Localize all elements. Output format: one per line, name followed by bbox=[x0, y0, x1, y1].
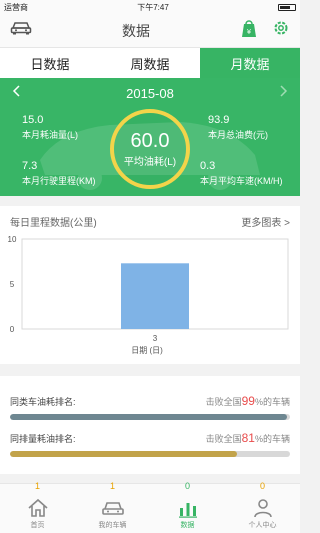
more-charts-link[interactable]: 更多图表 > bbox=[241, 214, 290, 229]
tab-badge: 1 bbox=[34, 481, 40, 491]
battery-area bbox=[277, 3, 296, 11]
rank-percent: 99 bbox=[241, 394, 255, 408]
time-label: 下午7:47 bbox=[137, 2, 169, 12]
page-title: 数据 bbox=[122, 22, 150, 39]
stat-fuel-used: 15.0 本月耗油量(L) bbox=[22, 114, 78, 141]
rank-suffix: %的车辆 bbox=[254, 434, 290, 444]
stat-fuel-cost: 93.9 本月总油费(元) bbox=[208, 114, 268, 141]
battery-icon bbox=[277, 3, 296, 11]
tab-badge: 0 bbox=[259, 481, 265, 491]
tab-label: 数据 bbox=[180, 522, 195, 529]
stat-avg-speed: 0.3 本月平均车速(KM/H) bbox=[200, 160, 283, 187]
bar-chart-icon bbox=[178, 500, 198, 520]
ranking-card: 同类车油耗排名: 击败全国99%的车辆 同排量耗油排名: 击败全国81%的车辆 bbox=[0, 376, 300, 474]
stat-value: 15.0 bbox=[22, 114, 44, 126]
rank-progress-fill bbox=[10, 451, 237, 457]
rank-prefix: 击败全国 bbox=[205, 434, 242, 444]
tab-month[interactable]: 月数据 bbox=[200, 48, 300, 78]
rank-progress-bar bbox=[10, 414, 290, 420]
stat-mileage: 7.3 本月行驶里程(KM) bbox=[22, 160, 96, 187]
bottom-tab-home[interactable]: 1 首页 bbox=[0, 481, 75, 533]
y-tick-label: 5 bbox=[10, 280, 15, 289]
nav-bar: 数据 ¥ bbox=[0, 14, 300, 48]
tab-day[interactable]: 日数据 bbox=[0, 48, 100, 78]
rank-progress-fill bbox=[10, 414, 288, 420]
bottom-tab-data[interactable]: 0 数据 bbox=[150, 481, 225, 533]
bottom-tab-profile[interactable]: 0 个人中心 bbox=[225, 481, 300, 533]
chart-title: 每日里程数据(公里) bbox=[10, 218, 97, 229]
tab-badge: 1 bbox=[109, 481, 115, 491]
rank-same-displacement: 同排量耗油排名: 击败全国81%的车辆 bbox=[10, 431, 290, 457]
stat-value: 0.3 bbox=[200, 160, 216, 172]
stat-label: 本月总油费(元) bbox=[208, 130, 268, 140]
daily-mileage-chart: 0 5 10 3 日期 (日) bbox=[8, 235, 289, 355]
rank-progress-bar bbox=[10, 451, 290, 457]
monthly-summary-panel: 2015-08 15.0 本月耗油量(L) 93.9 本月总油费(元) 7.3 … bbox=[0, 78, 300, 196]
rank-percent: 81 bbox=[241, 431, 255, 445]
stat-label: 本月平均车速(KM/H) bbox=[200, 176, 283, 186]
carrier-label: 运营商 bbox=[4, 2, 28, 12]
svg-text:¥: ¥ bbox=[247, 28, 252, 36]
y-tick-label: 0 bbox=[10, 325, 15, 334]
prev-month-icon[interactable] bbox=[12, 84, 20, 102]
rank-result: 击败全国81%的车辆 bbox=[206, 431, 290, 445]
next-month-icon[interactable] bbox=[280, 84, 288, 102]
x-axis-label: 日期 (日) bbox=[131, 346, 163, 355]
app-screen: 运营商 下午7:47 数据 ¥ 日数据 周数据 月数据 2015-08 15.0… bbox=[0, 0, 300, 533]
rank-label: 同类车油耗排名: bbox=[10, 397, 76, 407]
rank-result: 击败全国99%的车辆 bbox=[206, 394, 290, 408]
tab-badge: 0 bbox=[184, 481, 190, 491]
month-label: 2015-08 bbox=[126, 85, 174, 101]
period-tabs: 日数据 周数据 月数据 bbox=[0, 48, 300, 78]
bottom-tab-my-car[interactable]: 1 我的车辆 bbox=[75, 481, 150, 533]
data-bar bbox=[121, 263, 189, 329]
chart-header: 每日里程数据(公里) 更多图表 > bbox=[0, 206, 300, 229]
daily-mileage-card: 每日里程数据(公里) 更多图表 > 0 5 10 3 日期 (日) bbox=[0, 206, 300, 364]
tab-week[interactable]: 周数据 bbox=[100, 48, 200, 78]
stat-value: 93.9 bbox=[208, 114, 230, 126]
status-bar: 运营商 下午7:47 bbox=[0, 0, 300, 14]
nav-right-buttons: ¥ bbox=[240, 18, 290, 43]
tab-label: 我的车辆 bbox=[98, 522, 127, 529]
y-tick-label: 10 bbox=[8, 235, 17, 244]
gauge-label: 平均油耗(L) bbox=[123, 156, 177, 168]
car-icon[interactable] bbox=[10, 21, 32, 40]
x-tick-label: 3 bbox=[153, 334, 158, 343]
settings-gear-icon[interactable] bbox=[272, 19, 290, 42]
stat-label: 本月耗油量(L) bbox=[22, 130, 78, 140]
avg-consumption-gauge: 60.0 平均油耗(L) bbox=[110, 109, 190, 189]
stat-label: 本月行驶里程(KM) bbox=[22, 176, 96, 186]
rank-prefix: 击败全国 bbox=[205, 397, 242, 407]
gauge-value: 60.0 bbox=[130, 129, 170, 152]
tab-label: 首页 bbox=[30, 522, 45, 529]
rank-suffix: %的车辆 bbox=[254, 397, 290, 407]
stat-value: 7.3 bbox=[22, 160, 38, 172]
rank-label: 同排量耗油排名: bbox=[10, 434, 76, 444]
person-icon bbox=[253, 498, 273, 520]
share-bag-icon[interactable]: ¥ bbox=[240, 18, 258, 43]
car-icon bbox=[101, 500, 125, 520]
tab-label: 个人中心 bbox=[248, 522, 277, 529]
month-selector: 2015-08 bbox=[0, 84, 300, 102]
rank-same-class: 同类车油耗排名: 击败全国99%的车辆 bbox=[10, 394, 290, 420]
bottom-tab-bar: 1 首页 1 我的车辆 0 数据 0 个人中心 bbox=[0, 481, 300, 533]
home-icon bbox=[27, 498, 49, 520]
